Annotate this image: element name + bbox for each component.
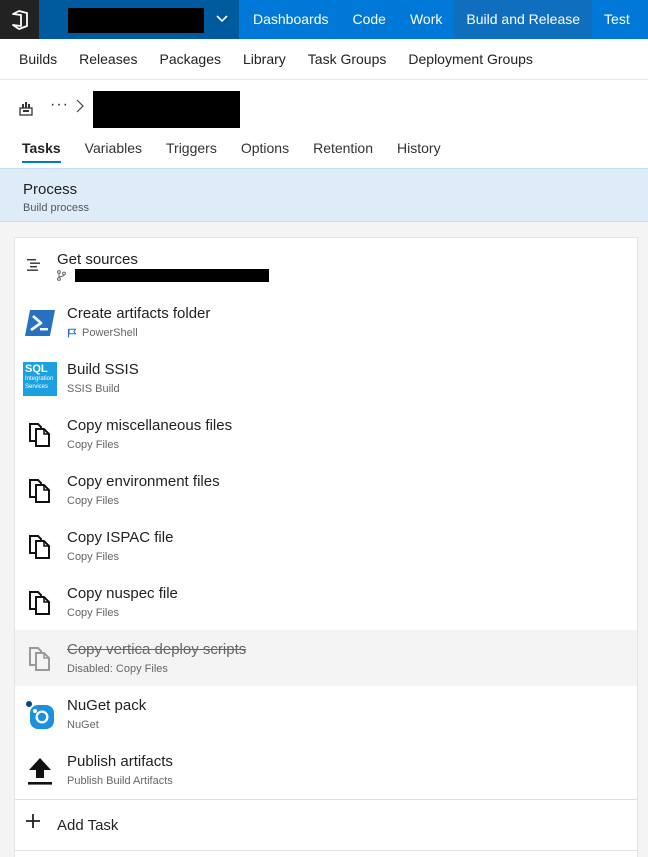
definition-tabs: Tasks Variables Triggers Options Retenti…: [10, 132, 453, 164]
process-header[interactable]: Process Build process: [0, 168, 648, 222]
chevron-right-icon: [74, 99, 86, 113]
task-name: Publish artifacts: [67, 753, 173, 770]
task-type: Copy Files: [67, 607, 119, 619]
tab-triggers[interactable]: Triggers: [154, 132, 229, 164]
task-item[interactable]: Copy miscellaneous files Copy Files: [15, 406, 637, 462]
top-nav: Dashboards Code Work Build and Release T…: [241, 0, 642, 39]
definition-name-redacted: [93, 91, 240, 128]
task-type: NuGet: [67, 719, 99, 731]
process-title: Process: [23, 181, 78, 198]
task-name: Copy vertica deploy scripts: [67, 641, 247, 658]
copy-files-icon: [23, 586, 57, 620]
copy-files-icon: [23, 474, 57, 508]
nav-work[interactable]: Work: [398, 0, 454, 39]
nav-build-and-release[interactable]: Build and Release: [454, 0, 593, 39]
copy-files-icon: [23, 642, 57, 676]
task-type: Copy Files: [67, 495, 119, 507]
nuget-icon: [23, 698, 57, 732]
tab-variables[interactable]: Variables: [73, 132, 154, 164]
flag-icon: [67, 328, 77, 338]
add-task-button[interactable]: Add Task: [15, 800, 637, 850]
task-name: Copy ISPAC file: [67, 529, 174, 546]
tab-retention[interactable]: Retention: [301, 132, 385, 164]
upload-icon: [23, 754, 57, 788]
tab-tasks[interactable]: Tasks: [10, 132, 73, 164]
task-name: NuGet pack: [67, 697, 147, 714]
branch-icon: [57, 270, 66, 281]
task-item[interactable]: Copy nuspec file Copy Files: [15, 574, 637, 630]
task-item[interactable]: Copy ISPAC file Copy Files: [15, 518, 637, 574]
plus-icon: [25, 813, 45, 833]
subnav-builds[interactable]: Builds: [8, 51, 68, 67]
subnav-task-groups[interactable]: Task Groups: [297, 51, 398, 67]
task-type: Copy Files: [67, 551, 119, 563]
subnav-packages[interactable]: Packages: [149, 51, 232, 67]
task-type: Publish Build Artifacts: [67, 775, 173, 787]
task-type: Disabled: Copy Files: [67, 663, 168, 675]
build-definition-icon[interactable]: [18, 100, 34, 116]
powershell-icon: [23, 306, 57, 340]
repository-info: [57, 270, 66, 281]
task-type: SSIS Build: [67, 383, 120, 395]
task-name: Copy nuspec file: [67, 585, 178, 602]
tab-options[interactable]: Options: [229, 132, 301, 164]
add-task-label: Add Task: [57, 817, 119, 834]
task-type: PowerShell: [67, 327, 138, 339]
task-item[interactable]: Publish artifacts Publish Build Artifact…: [15, 742, 637, 798]
task-item[interactable]: SQL Integration Services Build SSIS SSIS…: [15, 350, 637, 406]
vsts-logo-icon[interactable]: [0, 0, 39, 39]
task-item[interactable]: Copy environment files Copy Files: [15, 462, 637, 518]
subnav-releases[interactable]: Releases: [68, 51, 148, 67]
tab-history[interactable]: History: [385, 132, 453, 164]
chevron-down-icon[interactable]: [212, 8, 232, 30]
nav-dashboards[interactable]: Dashboards: [241, 0, 341, 39]
divider: [15, 850, 637, 851]
nav-code[interactable]: Code: [341, 0, 398, 39]
process-subtitle: Build process: [23, 202, 90, 214]
task-name: Create artifacts folder: [67, 305, 211, 322]
subnav-deployment-groups[interactable]: Deployment Groups: [397, 51, 544, 67]
project-name-redacted: [68, 8, 204, 33]
task-name: Copy environment files: [67, 473, 220, 490]
subnav-library[interactable]: Library: [232, 51, 297, 67]
task-item[interactable]: Create artifacts folder PowerShell: [15, 294, 637, 350]
breadcrumb-more[interactable]: ···: [50, 96, 69, 114]
task-type-label: PowerShell: [82, 327, 138, 339]
task-item-disabled[interactable]: Copy vertica deploy scripts Disabled: Co…: [15, 630, 637, 686]
get-sources-icon: [21, 252, 47, 278]
task-name: Build SSIS: [67, 361, 139, 378]
task-type: Copy Files: [67, 439, 119, 451]
sql-integration-services-icon: SQL Integration Services: [23, 362, 57, 396]
copy-files-icon: [23, 418, 57, 452]
task-item[interactable]: NuGet pack NuGet: [15, 686, 637, 742]
task-name: Copy miscellaneous files: [67, 417, 233, 434]
repository-name-redacted: [75, 269, 269, 282]
sub-nav: Builds Releases Packages Library Task Gr…: [0, 39, 648, 80]
task-get-sources[interactable]: Get sources: [15, 238, 637, 294]
nav-test[interactable]: Test: [592, 0, 642, 39]
task-name: Get sources: [57, 251, 138, 268]
copy-files-icon: [23, 530, 57, 564]
task-list: Get sources Create artifacts folder Powe…: [14, 237, 638, 857]
